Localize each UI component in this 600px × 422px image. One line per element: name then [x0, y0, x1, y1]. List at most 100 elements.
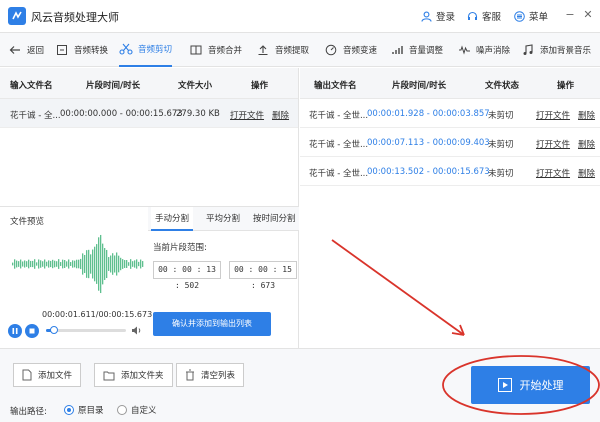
trash-icon — [186, 369, 194, 381]
folder-icon — [103, 371, 115, 380]
output-file-name: 花千诚 - 全世... — [309, 140, 369, 150]
waveform-bar — [28, 259, 30, 269]
segment-range-label: 当前片段范围: — [153, 243, 207, 253]
delete-link[interactable]: 删除 — [578, 109, 595, 121]
output-table-header: 输出文件名 片段时间/时长 文件状态 操作 — [300, 68, 600, 99]
waveform-bar — [46, 261, 48, 267]
file-preview-panel: 文件预览 手动分割 平均分割 按时间分割 当前片段范围: 00 : 00 : 1… — [0, 206, 299, 348]
table-row[interactable]: 花千诚 - 全世... 00:00:01.928 - 00:00:03.857 … — [300, 99, 600, 128]
output-file-name: 花千诚 - 全世... — [309, 111, 369, 121]
waveform-bar — [102, 243, 104, 285]
waveform-bar — [90, 254, 92, 274]
tab-time-split[interactable]: 按时间分割 — [249, 207, 300, 231]
convert-icon — [55, 43, 69, 57]
waveform-bar — [108, 257, 110, 271]
speaker-icon[interactable] — [131, 325, 143, 336]
waveform-bar — [16, 260, 18, 268]
tool-volume-adjust[interactable]: 音量调整 — [390, 33, 443, 67]
stop-icon — [29, 328, 35, 334]
radio-original-dir[interactable]: 原目录 — [64, 404, 104, 416]
file-icon — [22, 369, 32, 381]
open-file-link[interactable]: 打开文件 — [230, 109, 264, 121]
table-row[interactable]: 花千诚 - 全世... 00:00:07.113 - 00:00:09.403 … — [300, 128, 600, 157]
delete-link[interactable]: 删除 — [272, 109, 289, 121]
waveform-bar — [40, 260, 42, 268]
tool-audio-cut[interactable]: 音频剪切 — [119, 33, 173, 67]
delete-link[interactable]: 删除 — [578, 138, 595, 150]
waveform-bar — [104, 248, 106, 280]
waveform-bar — [54, 260, 56, 268]
input-time-range: 00:00:00.000 - 00:00:15.673 — [60, 109, 183, 119]
segment-start-input[interactable]: 00 : 00 : 13 : 502 — [153, 261, 221, 290]
waveform-bar — [128, 262, 130, 266]
menu-button[interactable]: 菜单 — [514, 9, 548, 23]
add-folder-label: 添加文件夹 — [121, 371, 164, 381]
waveform-bar — [20, 259, 22, 269]
tool-noise-removal[interactable]: 噪声消除 — [457, 33, 510, 67]
waveform-bar — [136, 259, 138, 269]
waveform-bar — [142, 261, 144, 267]
open-file-link[interactable]: 打开文件 — [536, 138, 570, 150]
tab-manual-split[interactable]: 手动分割 — [151, 207, 194, 231]
stop-button[interactable] — [25, 324, 39, 338]
segment-end-input[interactable]: 00 : 00 : 15 : 673 — [229, 261, 297, 290]
table-row[interactable]: 花千诚 - 全... 00:00:00.000 - 00:00:15.673 2… — [0, 99, 298, 128]
table-row[interactable]: 花千诚 - 全世... 00:00:13.502 - 00:00:15.673 … — [300, 157, 600, 186]
tool-label: 音频转换 — [74, 46, 109, 56]
music-note-icon — [521, 43, 535, 57]
waveform-bar — [112, 253, 114, 275]
waveform-bar — [110, 255, 112, 273]
title-bar: 风云音频处理大师 登录 客服 菜单 − ✕ — [0, 0, 600, 33]
confirm-add-button[interactable]: 确认并添加到输出列表 — [153, 312, 271, 336]
tool-audio-speed[interactable]: 音频变速 — [324, 33, 377, 67]
input-table-header: 输入文件名 片段时间/时长 文件大小 操作 — [0, 68, 298, 99]
add-file-button[interactable]: 添加文件 — [13, 363, 82, 387]
waveform-bar — [120, 257, 122, 271]
clear-list-button[interactable]: 清空列表 — [176, 363, 245, 387]
column-header: 文件大小 — [178, 81, 213, 91]
login-button[interactable]: 登录 — [421, 9, 455, 23]
speed-icon — [324, 43, 338, 57]
tool-label: 添加背景音乐 — [540, 46, 592, 56]
tool-add-bgm[interactable]: 添加背景音乐 — [521, 33, 591, 67]
tool-label: 音频提取 — [275, 46, 310, 56]
tool-audio-extract[interactable]: 音频提取 — [256, 33, 309, 67]
tool-label: 音量调整 — [409, 46, 444, 56]
waveform-bar — [38, 259, 40, 269]
menu-icon — [514, 10, 525, 22]
add-folder-button[interactable]: 添加文件夹 — [94, 363, 173, 387]
menu-label: 菜单 — [529, 12, 549, 23]
start-processing-button[interactable]: 开始处理 — [471, 366, 590, 404]
column-header: 输出文件名 — [314, 81, 357, 91]
waveform-bar — [18, 261, 20, 267]
open-file-link[interactable]: 打开文件 — [536, 167, 570, 179]
tab-average-split[interactable]: 平均分割 — [202, 207, 244, 231]
waveform-bar — [34, 259, 36, 269]
delete-link[interactable]: 删除 — [578, 167, 595, 179]
waveform-bar — [106, 249, 108, 279]
tool-audio-convert[interactable]: 音频转换 — [55, 33, 108, 67]
radio-custom-dir[interactable]: 自定义 — [117, 404, 157, 416]
waveform-bar — [72, 260, 74, 268]
minimize-button[interactable]: − — [563, 8, 577, 22]
pause-button[interactable] — [8, 324, 22, 338]
close-button[interactable]: ✕ — [581, 8, 595, 22]
column-header: 操作 — [557, 81, 575, 91]
open-file-link[interactable]: 打开文件 — [536, 109, 570, 121]
login-label: 登录 — [436, 12, 456, 23]
tool-label: 音频剪切 — [138, 45, 173, 55]
service-button[interactable]: 客服 — [467, 9, 501, 23]
tool-audio-merge[interactable]: 音频合并 — [189, 33, 242, 67]
waveform-bar — [30, 260, 32, 268]
waveform-bar — [78, 259, 80, 269]
add-file-label: 添加文件 — [38, 371, 73, 381]
volume-bars-icon — [390, 43, 404, 57]
waveform-bar — [52, 259, 54, 269]
waveform-bar — [92, 249, 94, 279]
waveform-bar — [114, 255, 116, 273]
back-button[interactable]: 返回 — [8, 33, 44, 67]
playback-slider[interactable] — [46, 326, 126, 334]
output-file-panel: 输出文件名 片段时间/时长 文件状态 操作 花千诚 - 全世... 00:00:… — [300, 68, 600, 348]
playback-slider-handle[interactable] — [50, 326, 59, 334]
radio-label: 原目录 — [78, 406, 104, 416]
